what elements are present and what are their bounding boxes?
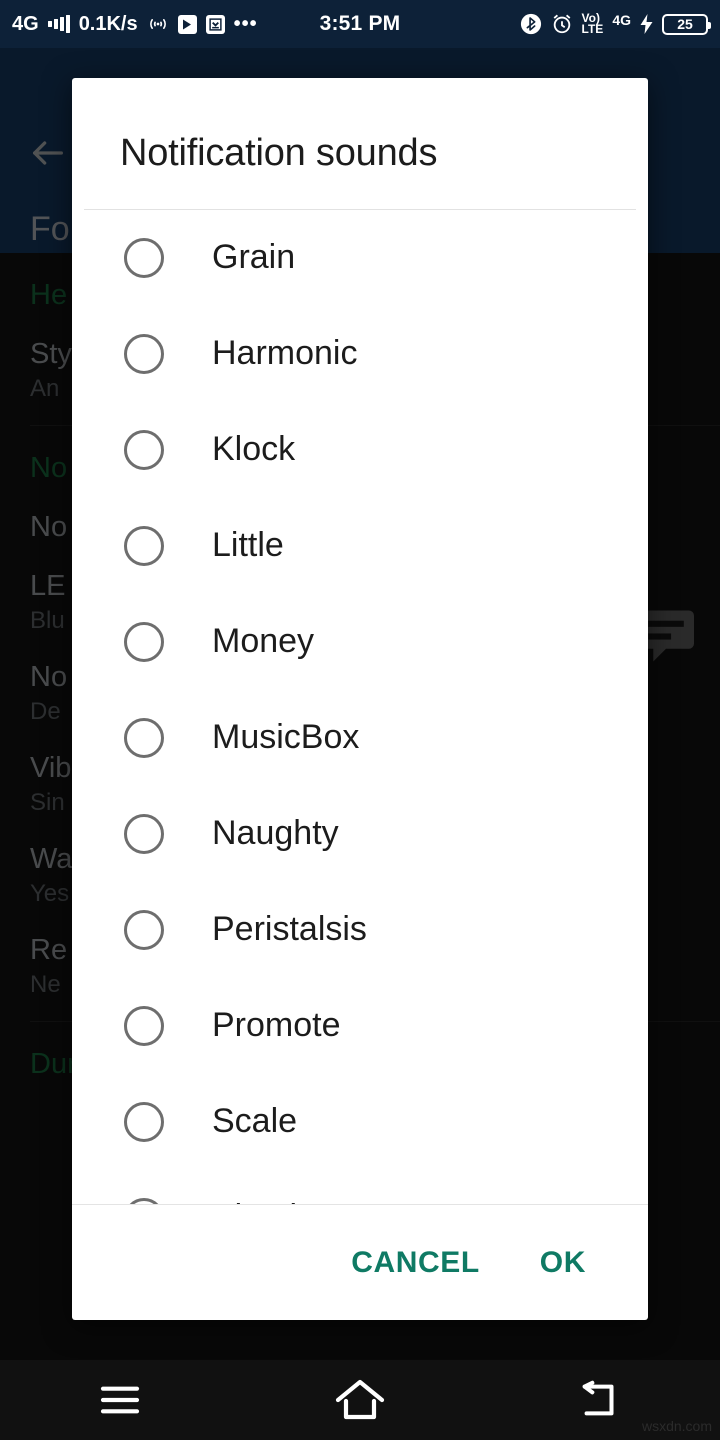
radio-button-icon[interactable] [124, 237, 164, 278]
watermark: wsxdn.com [641, 1418, 712, 1434]
background-header-title: Fo [30, 210, 70, 248]
sound-label: Naughty [212, 814, 339, 853]
status-bar-left: 4G 0.1K/s ••• [0, 13, 520, 36]
list-item[interactable]: Little [72, 498, 648, 594]
battery-percent-label: 25 [677, 16, 693, 32]
inbox-icon [205, 14, 225, 34]
sound-label: Little [212, 526, 284, 565]
sound-options-list[interactable]: Grain Harmonic Klock Little Money MusicB… [72, 210, 648, 1205]
volte-icon: Vo) LTE [581, 11, 604, 36]
radio-button-icon[interactable] [124, 525, 164, 566]
play-store-icon [177, 14, 197, 34]
hotspot-icon [147, 14, 169, 34]
charging-bolt-icon [640, 14, 653, 34]
radio-button-icon[interactable] [124, 333, 164, 374]
data-rate-label: 0.1K/s [78, 12, 138, 35]
list-item[interactable]: Simple [72, 1170, 648, 1205]
list-item[interactable]: Money [72, 594, 648, 690]
notification-sounds-dialog: Notification sounds Grain Harmonic Klock… [72, 78, 648, 1320]
cancel-button[interactable]: CANCEL [345, 1236, 486, 1290]
radio-button-icon[interactable] [124, 621, 164, 662]
status-bar: 4G 0.1K/s ••• 3:51 PM Vo) LTE 4G 25 [0, 0, 720, 48]
home-icon[interactable] [300, 1370, 420, 1430]
radio-button-icon[interactable] [124, 429, 164, 470]
sound-label: Grain [212, 238, 296, 277]
signal-4g-icon: 4G [612, 12, 631, 28]
radio-button-icon[interactable] [124, 1197, 164, 1205]
more-dots-icon: ••• [233, 13, 258, 35]
sound-label: Harmonic [212, 334, 358, 373]
list-item[interactable]: Scale [72, 1074, 648, 1170]
list-item[interactable]: Harmonic [72, 306, 648, 402]
navigation-bar [0, 1360, 720, 1440]
list-item[interactable]: Peristalsis [72, 882, 648, 978]
dialog-title: Notification sounds [120, 132, 438, 174]
sound-label: MusicBox [212, 718, 360, 757]
list-item[interactable]: Promote [72, 978, 648, 1074]
radio-button-icon[interactable] [124, 813, 164, 854]
list-item[interactable]: Klock [72, 402, 648, 498]
back-arrow-icon[interactable] [28, 133, 68, 173]
signal-bars-icon [47, 15, 70, 33]
sound-label: Klock [212, 430, 296, 469]
alarm-icon [551, 13, 573, 35]
dialog-action-bar: CANCEL OK [72, 1205, 648, 1320]
sound-label: Money [212, 622, 315, 661]
list-item[interactable]: Grain [72, 210, 648, 306]
sound-label: Promote [212, 1006, 341, 1045]
sound-label: Scale [212, 1102, 298, 1141]
list-item[interactable]: MusicBox [72, 690, 648, 786]
volte-bottom-label: LTE [581, 22, 604, 36]
sound-label: Simple [212, 1198, 316, 1204]
ok-button[interactable]: OK [534, 1236, 592, 1290]
battery-indicator: 25 [662, 13, 711, 35]
radio-button-icon[interactable] [124, 909, 164, 950]
bluetooth-icon [520, 13, 542, 35]
network-type-label: 4G [12, 12, 39, 35]
list-item[interactable]: Naughty [72, 786, 648, 882]
phone-screen: Fo He Sty An No No LE Blu No De Vib Sin … [0, 0, 720, 1440]
sound-label: Peristalsis [212, 910, 367, 949]
radio-button-icon[interactable] [124, 717, 164, 758]
status-bar-right: Vo) LTE 4G 25 [520, 11, 720, 36]
radio-button-icon[interactable] [124, 1005, 164, 1046]
radio-button-icon[interactable] [124, 1101, 164, 1142]
menu-icon[interactable] [60, 1370, 180, 1430]
